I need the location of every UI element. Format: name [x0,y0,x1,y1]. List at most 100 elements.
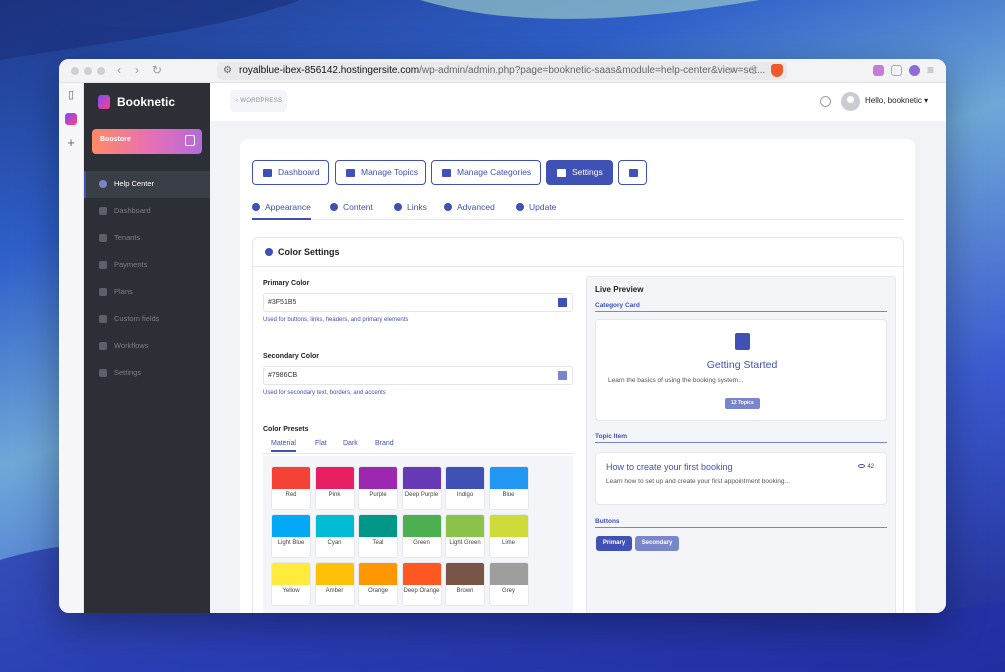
url-path: /wp-admin/admin.php?page=booknetic-saas&… [419,65,766,76]
swatch-name: Yellow [282,588,300,594]
zoom-icon[interactable]: ⌕ [729,63,736,77]
tab-content[interactable]: Content [330,202,373,220]
preset-swatch-red[interactable]: Red [271,466,311,510]
new-tab-icon[interactable]: + [65,136,77,149]
primary-color-input[interactable]: #3F51B5 [263,293,573,312]
sidebar-item-payments[interactable]: Payments [84,252,210,279]
tab-update[interactable]: Update [516,202,556,220]
swatch-name: Indigo [456,492,474,498]
wand-icon [99,315,107,323]
preset-swatch-yellow[interactable]: Yellow [271,562,311,606]
preset-swatch-grey[interactable]: Grey [488,562,529,606]
sidebar-item-workflows[interactable]: Workflows [84,333,210,360]
preset-swatch-light-blue[interactable]: Light Blue [271,514,311,558]
sidebar-item-custom-fields[interactable]: Custom fields [84,306,210,333]
swatch-color [359,563,397,585]
manage-categories-button-label: Manage Categories [457,167,532,177]
preset-swatch-brown[interactable]: Brown [445,562,485,606]
user-menu[interactable]: Hello, booknetic ▾ [865,96,928,105]
primary-color-label: Primary Color [263,280,310,287]
sidebar-toggle-icon[interactable]: ▯ [65,89,77,101]
preset-swatch-light-green[interactable]: Light Green [445,514,485,558]
tab-appearance[interactable]: Appearance [252,202,311,220]
sidebar-item-plans[interactable]: Plans [84,279,210,306]
sidebar-item-help-center[interactable]: Help Center [84,171,210,198]
url-host: royalblue-ibex-856142.hostingersite.com [239,65,420,76]
primary-color-value: #3F51B5 [268,299,297,306]
palette-icon [252,203,260,211]
forward-icon[interactable]: › [135,63,139,77]
preset-swatch-cyan[interactable]: Cyan [314,514,355,558]
top-bar: ‹ WORDPRESS Hello, booknetic ▾ [210,83,946,121]
buttons-section: Buttons [595,518,887,528]
profile-extension-icon[interactable] [909,65,920,76]
sidebar-item-label: Workflows [114,341,149,350]
secondary-color-input[interactable]: #7986CB [263,366,573,385]
reload-icon[interactable]: ↻ [152,63,162,77]
swatch-name: Amber [325,588,344,594]
book-icon [735,333,750,350]
main-content: ‹ WORDPRESS Hello, booknetic ▾ Dashboard… [210,83,946,613]
secondary-color-picker[interactable] [558,371,567,380]
back-icon[interactable]: ‹ [117,63,121,77]
shield-icon[interactable] [820,96,831,107]
site-settings-icon[interactable]: ⚙ [223,65,232,77]
secondary-color-value: #7986CB [268,372,298,379]
tab-links[interactable]: Links [394,202,427,220]
preset-swatch-amber[interactable]: Amber [314,562,355,606]
preset-swatch-purple[interactable]: Purple [358,466,398,510]
preset-tab-brand[interactable]: Brand [375,440,394,450]
preset-swatch-deep-orange[interactable]: Deep Orange [401,562,442,606]
tab-advanced[interactable]: Advanced [444,202,495,220]
archive-button[interactable] [618,160,647,185]
preset-swatch-pink[interactable]: Pink [314,466,355,510]
sidebar-item-settings[interactable]: Settings [84,360,210,387]
dashboard-icon [99,207,107,215]
primary-preview-button[interactable]: Primary [596,536,632,551]
sidebar-item-tenants[interactable]: Tenants [84,225,210,252]
link-icon [394,203,402,211]
color-settings-title: Color Settings [278,247,340,257]
gears-icon [557,169,566,177]
extension-icon[interactable] [891,65,902,76]
gear-icon [444,203,452,211]
menu-icon[interactable]: ≡ [927,63,934,77]
boostore-button[interactable]: Boostore [92,129,202,154]
sidebar-item-dashboard[interactable]: Dashboard [84,198,210,225]
swatch-color [359,467,397,489]
booknetic-tab-icon[interactable] [65,113,77,125]
settings-button[interactable]: Settings [546,160,613,185]
sidebar-item-label: Help Center [114,179,155,188]
zoom-window-button[interactable] [97,67,105,75]
dashboard-button[interactable]: Dashboard [252,160,329,185]
booknetic-extension-icon[interactable] [873,65,884,76]
preset-swatch-orange[interactable]: Orange [358,562,398,606]
manage-topics-button[interactable]: Manage Topics [335,160,426,185]
settings-subtabs: Appearance Content Links Advanced Update [252,197,904,220]
gear-icon [99,369,107,377]
swatch-color [402,563,441,585]
preset-tab-flat[interactable]: Flat [315,440,327,450]
preset-swatch-blue[interactable]: Blue [488,466,529,510]
preset-swatch-deep-purple[interactable]: Deep Purple [401,466,442,510]
manage-categories-button[interactable]: Manage Categories [431,160,541,185]
share-icon[interactable]: ⇪ [749,63,759,77]
preset-tab-material[interactable]: Material [271,440,296,452]
minimize-window-button[interactable] [84,67,92,75]
wordpress-back-button[interactable]: ‹ WORDPRESS [230,90,287,112]
preset-swatch-teal[interactable]: Teal [358,514,398,558]
primary-color-picker[interactable] [558,298,567,307]
address-bar[interactable]: ⚙ royalblue-ibex-856142.hostingersite.co… [217,62,787,80]
preset-tab-dark[interactable]: Dark [343,440,358,450]
card-icon [99,261,107,269]
swatch-color [446,515,484,537]
avatar[interactable] [841,92,860,111]
swatch-color [315,467,354,489]
close-window-button[interactable] [71,67,79,75]
preset-swatch-green[interactable]: Green [401,514,442,558]
secondary-preview-button[interactable]: Secondary [635,536,679,551]
preset-swatch-lime[interactable]: Lime [488,514,529,558]
brave-shield-icon[interactable] [771,64,783,77]
primary-color-help: Used for buttons, links, headers, and pr… [263,317,409,323]
preset-swatch-indigo[interactable]: Indigo [445,466,485,510]
